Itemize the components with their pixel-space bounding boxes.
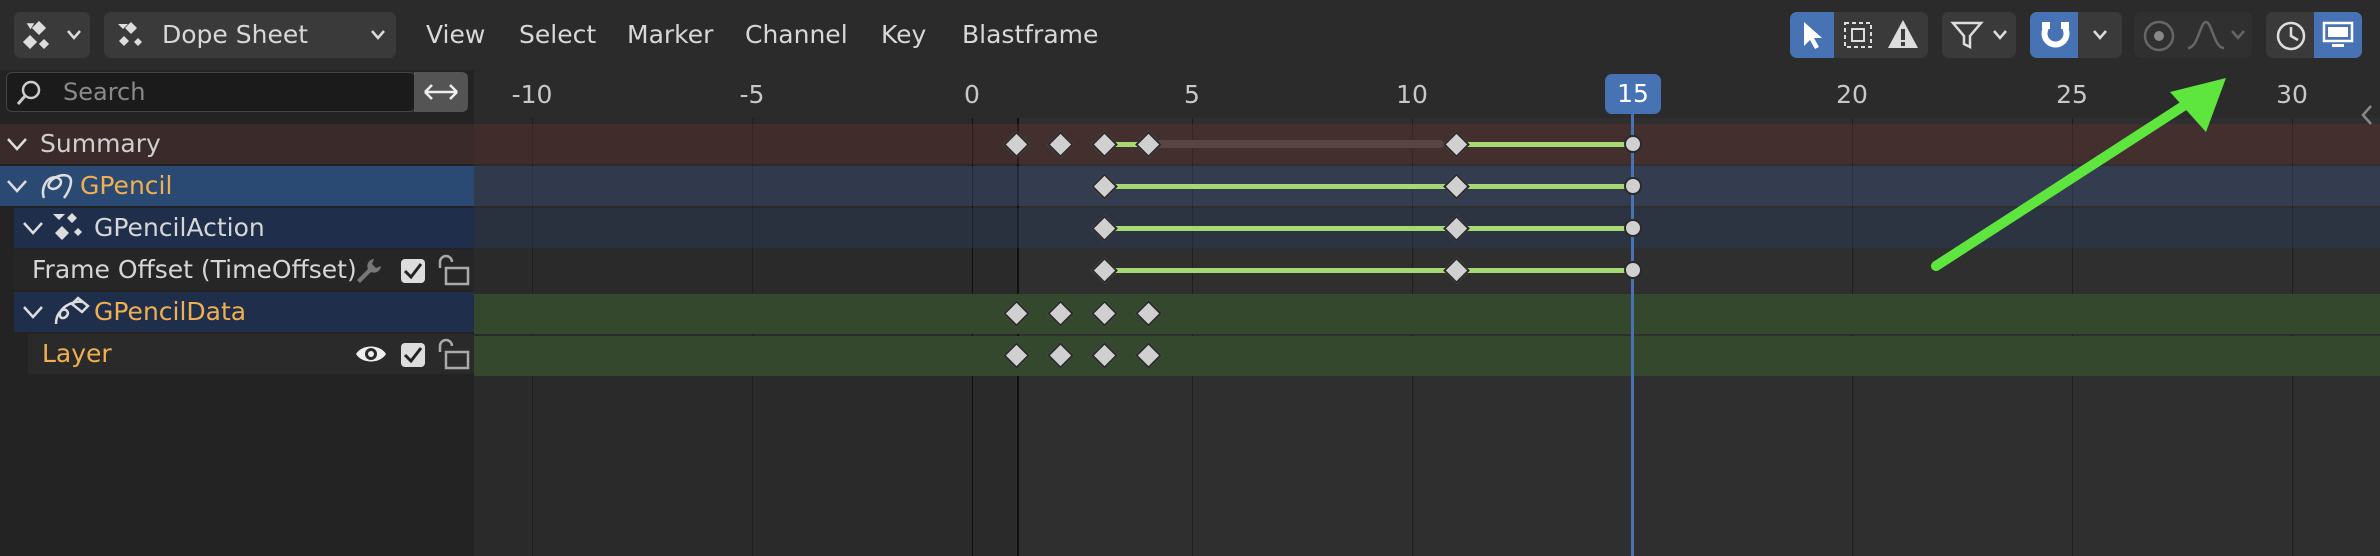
chevron-down-icon[interactable] (6, 137, 28, 151)
search-field[interactable]: Search (6, 72, 416, 112)
annotation-arrow-icon (1931, 78, 2226, 271)
channel-row-layer[interactable]: Layer (28, 334, 474, 374)
search-placeholder: Search (63, 78, 146, 106)
key-hold-line (1104, 226, 1456, 231)
hidden-toggle-icon[interactable] (1842, 20, 1874, 50)
key-hold-line (1104, 268, 1456, 273)
key-hold-end[interactable] (1624, 135, 1642, 153)
key-hold-end[interactable] (1624, 177, 1642, 195)
channel-label: GPencil (80, 171, 173, 200)
swap-filter-button[interactable] (414, 72, 468, 112)
key-hold-line (1104, 184, 1456, 189)
chevron-down-icon[interactable] (2092, 28, 2108, 42)
ruler-tick-label: -10 (511, 80, 553, 109)
menu-key[interactable]: Key (881, 16, 926, 54)
channel-row-gpencil-data[interactable]: GPencilData (14, 292, 474, 332)
ruler-tick-label: 20 (1836, 80, 1868, 109)
chevron-down-icon (371, 30, 385, 40)
proportional-edit-icon[interactable] (2142, 19, 2176, 53)
grease-pencil-data-icon (54, 296, 90, 325)
chevron-down-icon[interactable] (2230, 28, 2246, 42)
grease-pencil-icon (41, 173, 73, 199)
summary-range-bar (1148, 140, 1444, 148)
key-hold-line (1456, 184, 1632, 189)
warning-icon[interactable] (1886, 18, 1920, 50)
menu-select[interactable]: Select (519, 16, 596, 54)
sync-mode-group (2266, 12, 2362, 58)
key-hold-line (1456, 142, 1632, 147)
channel-row-action[interactable]: GPencilAction (14, 208, 474, 248)
channel-label: Summary (40, 129, 161, 158)
search-icon (16, 80, 41, 105)
action-icon (53, 213, 82, 240)
key-hold-end[interactable] (1624, 261, 1642, 279)
dopesheet-icon (22, 20, 50, 50)
checkbox-checked-icon[interactable] (400, 258, 426, 284)
chevron-down-icon[interactable] (22, 221, 44, 235)
display-toggle-button[interactable] (2314, 12, 2362, 58)
only-selected-group (1790, 12, 1928, 58)
channel-row-frame-offset[interactable]: Frame Offset (TimeOffset) (14, 250, 474, 290)
key-hold-line (1456, 268, 1632, 273)
channel-label: Layer (42, 339, 112, 368)
eye-icon[interactable] (354, 340, 388, 368)
menu-channel[interactable]: Channel (745, 16, 848, 54)
key-hold-end[interactable] (1624, 219, 1642, 237)
key-hold-line (1456, 226, 1632, 231)
chevron-down-icon[interactable] (6, 179, 28, 193)
chevron-down-icon (67, 30, 81, 40)
dopesheet-mode-icon (118, 22, 142, 46)
chevron-left-icon[interactable] (2360, 104, 2374, 126)
checkbox-checked-icon[interactable] (400, 342, 426, 368)
falloff-curve-icon[interactable] (2186, 20, 2226, 50)
cursor-arrow-icon (1804, 22, 1822, 49)
channel-label: GPencilData (94, 297, 247, 326)
editor-type-button[interactable] (14, 12, 90, 58)
channel-row-gpencil[interactable]: GPencil (0, 166, 474, 206)
track-layer (474, 336, 2380, 376)
ruler-tick-label: 10 (1396, 80, 1428, 109)
channel-label: GPencilAction (94, 213, 265, 242)
menu-marker[interactable]: Marker (627, 16, 713, 54)
menu-blastframe[interactable]: Blastframe (962, 16, 1098, 54)
filter-dropdown[interactable] (1942, 12, 2016, 58)
channel-label: Frame Offset (TimeOffset) (32, 255, 357, 284)
ruler-tick-label: 5 (1184, 80, 1200, 109)
channel-row-summary[interactable]: Summary (0, 124, 474, 164)
playhead-frame-badge[interactable]: 15 (1605, 74, 1661, 114)
clock-icon[interactable] (2274, 19, 2308, 53)
chevron-down-icon (1993, 30, 2007, 40)
snap-group (2030, 12, 2122, 58)
unlock-icon[interactable] (436, 254, 470, 286)
ruler-tick-label: 30 (2276, 80, 2308, 109)
monitor-icon (2322, 21, 2354, 47)
only-selected-button[interactable] (1790, 12, 1834, 58)
editor-mode-dropdown[interactable]: Dope Sheet (104, 12, 396, 58)
unlock-icon[interactable] (436, 338, 470, 370)
playhead-line[interactable] (1631, 100, 1634, 556)
wrench-icon[interactable] (354, 256, 384, 286)
ruler-tick-label: 0 (964, 80, 980, 109)
ruler-tick-label: -5 (739, 80, 765, 109)
menu-view[interactable]: View (426, 16, 485, 54)
magnet-icon (2041, 22, 2070, 48)
chevron-down-icon[interactable] (22, 305, 44, 319)
track-gpencil-data (474, 294, 2380, 334)
filter-icon (1950, 21, 1984, 50)
current-frame-label: 15 (1617, 79, 1649, 108)
double-arrow-icon (424, 84, 458, 100)
editor-mode-label: Dope Sheet (162, 20, 309, 49)
proportional-edit-group (2134, 12, 2252, 58)
snap-toggle-button[interactable] (2030, 12, 2078, 58)
